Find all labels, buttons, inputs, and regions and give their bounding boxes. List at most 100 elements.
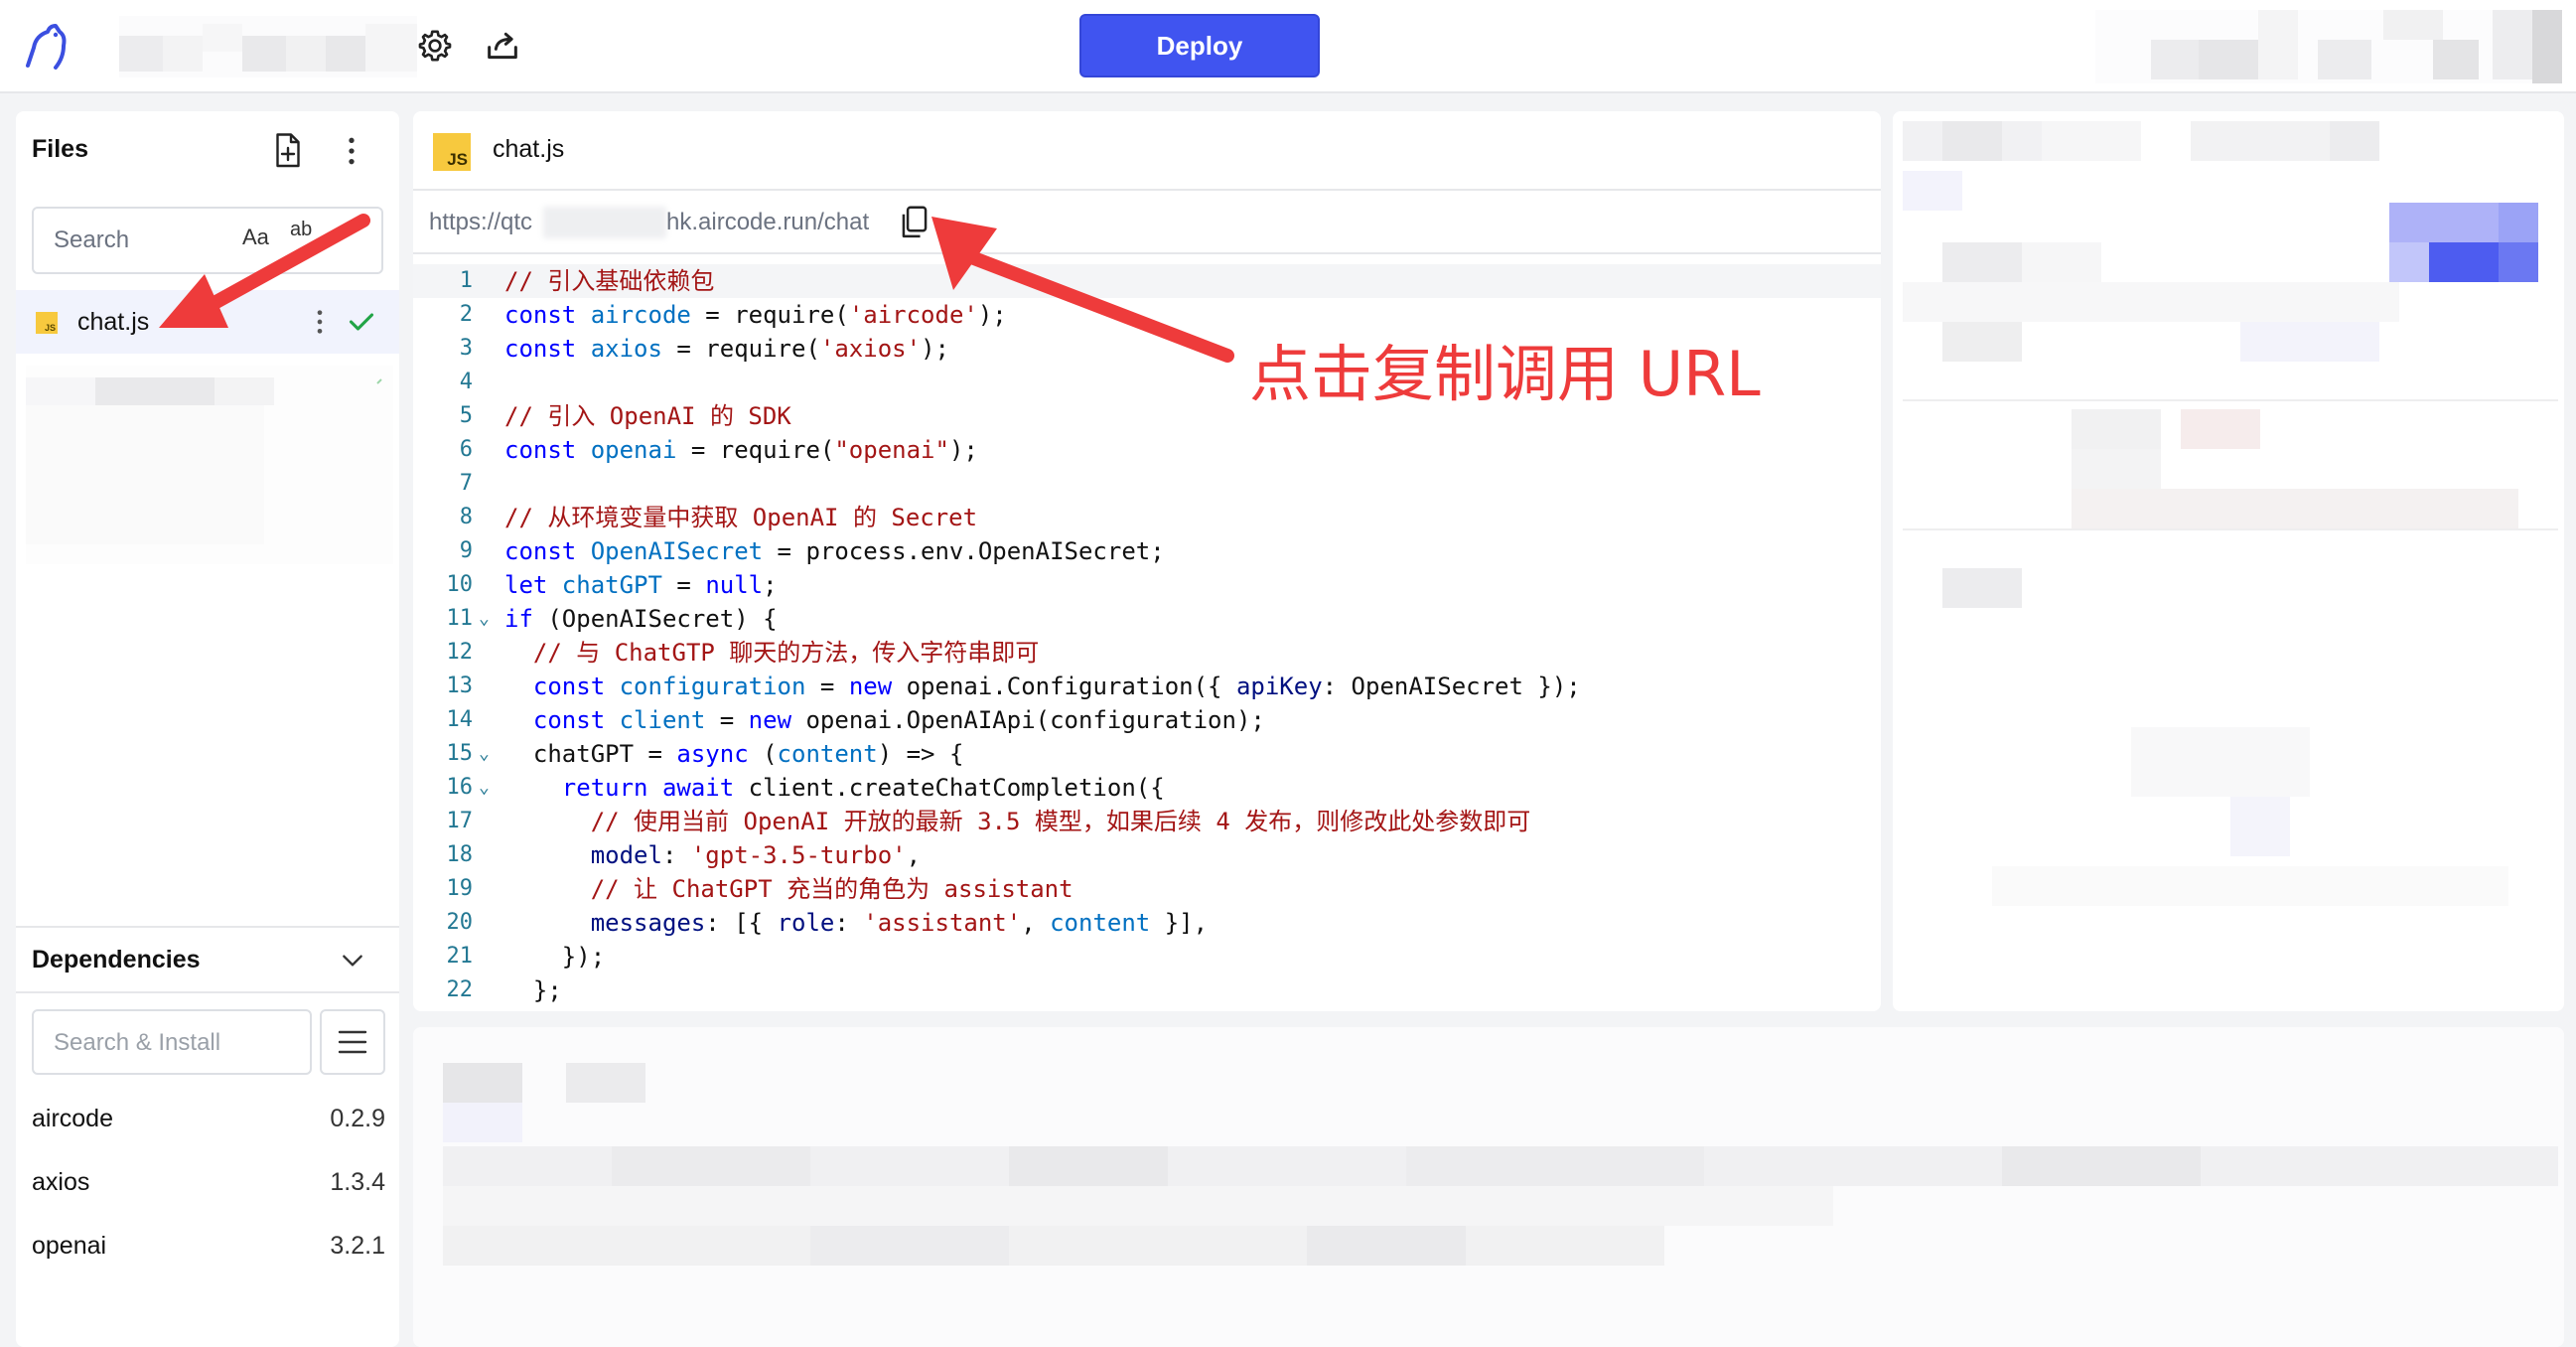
code-text: const axios = require('axios');	[504, 335, 949, 363]
deploy-button[interactable]: Deploy	[1079, 14, 1320, 77]
dependency-menu-button[interactable]	[320, 1009, 385, 1075]
editor-panel: JS chat.js https://qtc hk.aircode.run/ch…	[413, 111, 1881, 1011]
code-text: // 使用当前 OpenAI 开放的最新 3.5 模型，如果后续 4 发布，则修…	[590, 808, 1531, 835]
code-line[interactable]: 1 // 引入基础依赖包	[413, 264, 1881, 298]
line-number: 19	[446, 876, 474, 901]
code-text: if (OpenAISecret) {	[504, 605, 778, 633]
dependency-search-box	[32, 1009, 312, 1075]
dependency-item[interactable]: openai 3.2.1	[32, 1232, 385, 1272]
file-list-redacted	[26, 366, 393, 564]
user-area-redacted	[2095, 10, 2562, 83]
right-panel-redacted	[1893, 111, 2564, 1011]
dependencies-header[interactable]: Dependencies	[16, 928, 399, 993]
code-text: // 与 ChatGTP 聊天的方法，传入字符串即可	[532, 639, 1040, 667]
line-number: 12	[446, 640, 474, 665]
code-text: const aircode = require('aircode');	[504, 301, 1007, 329]
line-number: 10	[446, 572, 474, 597]
line-number: 8	[459, 505, 473, 529]
match-word-toggle[interactable]: ab	[290, 219, 312, 241]
dependencies-title: Dependencies	[32, 946, 201, 973]
code-line[interactable]: 6 const openai = require("openai");	[413, 433, 1881, 467]
line-number: 5	[459, 403, 473, 428]
file-item-chat-js[interactable]: JS chat.js	[16, 290, 399, 354]
invoke-url-prefix: https://qtc	[429, 209, 533, 235]
gear-icon[interactable]	[415, 26, 455, 66]
line-number: 1	[459, 268, 473, 293]
squirrel-logo-icon[interactable]	[20, 18, 75, 74]
line-number: 11	[446, 606, 474, 631]
code-line[interactable]: 10 let chatGPT = null;	[413, 568, 1881, 602]
line-number: 7	[459, 471, 473, 496]
line-number: 13	[446, 674, 474, 698]
fold-chevron-icon[interactable]: ⌄	[479, 737, 490, 771]
dependency-version: 1.3.4	[330, 1168, 385, 1196]
line-number: 9	[459, 538, 473, 563]
fold-chevron-icon[interactable]: ⌄	[479, 771, 490, 805]
code-line[interactable]: 21 });	[413, 940, 1881, 973]
url-redacted	[543, 207, 666, 238]
dependency-search-input[interactable]	[54, 1025, 292, 1061]
dependency-name: openai	[32, 1232, 107, 1260]
code-line[interactable]: 8 // 从环境变量中获取 OpenAI 的 Secret	[413, 501, 1881, 534]
share-icon[interactable]	[483, 26, 522, 66]
editor-tab-bar: JS chat.js	[413, 111, 1881, 191]
code-line[interactable]: 13 const configuration = new openai.Conf…	[413, 670, 1881, 703]
chevron-down-icon[interactable]	[340, 950, 365, 972]
line-number: 3	[459, 336, 473, 361]
line-number: 2	[459, 302, 473, 327]
invoke-url-bar: https://qtc hk.aircode.run/chat	[413, 193, 1881, 254]
new-file-icon[interactable]	[270, 131, 306, 171]
redacted-content	[413, 1027, 2564, 1347]
code-line[interactable]: 20 messages: [{ role: 'assistant', conte…	[413, 906, 1881, 940]
code-line[interactable]: 18 model: 'gpt-3.5-turbo',	[413, 838, 1881, 872]
code-text: // 从环境变量中获取 OpenAI 的 Secret	[504, 504, 978, 531]
dependency-version: 3.2.1	[330, 1232, 385, 1260]
fold-chevron-icon[interactable]: ⌄	[479, 602, 490, 636]
check-icon	[349, 313, 374, 331]
line-number: 6	[459, 437, 473, 462]
code-text: const openai = require("openai");	[504, 436, 978, 464]
redacted-content	[1893, 111, 2564, 1011]
code-text: const OpenAISecret = process.env.OpenAIS…	[504, 537, 1165, 565]
match-case-toggle[interactable]: Aa	[242, 224, 269, 250]
dependency-item[interactable]: axios 1.3.4	[32, 1168, 385, 1208]
code-line[interactable]: 14 const client = new openai.OpenAIApi(c…	[413, 703, 1881, 737]
code-text: let chatGPT = null;	[504, 571, 778, 599]
dependency-item[interactable]: aircode 0.2.9	[32, 1105, 385, 1144]
dependency-name: axios	[32, 1168, 90, 1196]
code-text: // 引入 OpenAI 的 SDK	[504, 402, 791, 430]
code-text: };	[504, 976, 562, 1004]
files-panel: Files Aa ab JS chat.js Dependencies	[16, 111, 399, 1347]
file-name: chat.js	[77, 308, 150, 336]
code-text: model: 'gpt-3.5-turbo',	[590, 841, 922, 869]
code-line[interactable]: 22 };	[413, 973, 1881, 1007]
code-line[interactable]: 15 ⌄ chatGPT = async (content) => {	[413, 737, 1881, 771]
code-line[interactable]: 17 // 使用当前 OpenAI 开放的最新 3.5 模型，如果后续 4 发布…	[413, 805, 1881, 838]
invoke-url-suffix: hk.aircode.run/chat	[666, 209, 870, 235]
line-number: 18	[446, 842, 474, 867]
js-file-icon: JS	[36, 312, 58, 334]
code-line[interactable]: 7	[413, 467, 1881, 501]
code-line[interactable]: 19 // 让 ChatGPT 充当的角色为 assistant	[413, 872, 1881, 906]
code-text: messages: [{ role: 'assistant', content …	[590, 909, 1209, 937]
files-title: Files	[32, 135, 88, 163]
file-search-input[interactable]	[54, 223, 232, 258]
file-more-icon[interactable]	[314, 308, 326, 336]
code-line[interactable]: 9 const OpenAISecret = process.env.OpenAI…	[413, 534, 1881, 568]
more-options-icon[interactable]	[344, 135, 359, 167]
code-line[interactable]: 12 // 与 ChatGTP 聊天的方法，传入字符串即可	[413, 636, 1881, 670]
project-name-redacted	[119, 16, 417, 77]
copy-icon[interactable]	[898, 205, 931, 240]
code-text: chatGPT = async (content) => {	[504, 740, 964, 768]
editor-tab-chat-js[interactable]: chat.js	[493, 135, 564, 164]
bottom-panel-redacted	[413, 1027, 2564, 1347]
line-number: 20	[446, 910, 474, 935]
code-line[interactable]: 16 ⌄ return await client.createChatComple…	[413, 771, 1881, 805]
code-text: return await client.createChatCompletion…	[561, 774, 1165, 802]
code-text: // 让 ChatGPT 充当的角色为 assistant	[590, 875, 1073, 903]
line-number: 4	[459, 370, 473, 394]
code-line[interactable]: 11 ⌄ if (OpenAISecret) {	[413, 602, 1881, 636]
line-number: 14	[446, 707, 474, 732]
file-search-box: Aa ab	[32, 207, 383, 274]
code-text: const client = new openai.OpenAIApi(conf…	[532, 706, 1265, 734]
